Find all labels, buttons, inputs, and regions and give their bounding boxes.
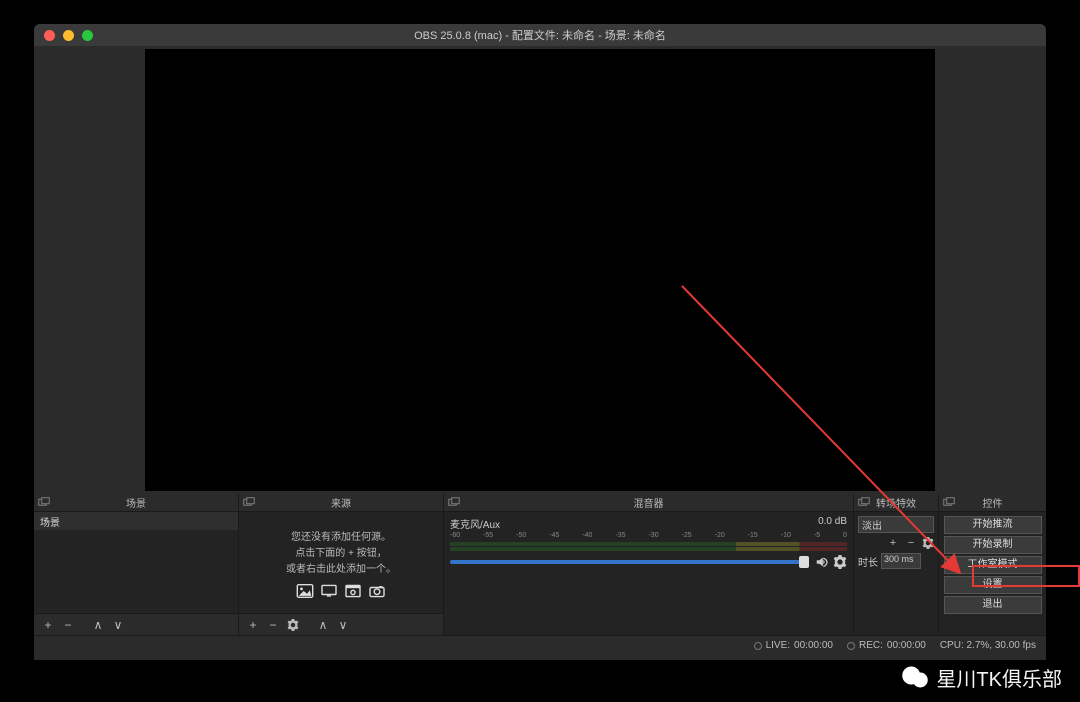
source-up-button[interactable]: ∧: [315, 617, 331, 633]
sources-panel-header: 来源: [239, 494, 443, 512]
hint-line: 或者右击此处添加一个。: [239, 562, 443, 578]
mixer-channel: 麦克风/Aux 0.0 dB -60 -55 -50 -45 -40 -35 -…: [444, 512, 853, 573]
scenes-list[interactable]: 场景: [34, 512, 238, 613]
controls-panel: 控件 开始推流 开始录制 工作室模式 设置 退出: [939, 494, 1046, 635]
mixer-panel: 混音器 麦克风/Aux 0.0 dB -60 -55 -50 -45 -4: [444, 494, 854, 635]
mixer-panel-header: 混音器: [444, 494, 853, 512]
status-rec: REC: 00:00:00: [847, 640, 926, 651]
rec-indicator-icon: [847, 642, 855, 650]
scene-item[interactable]: 场景: [34, 512, 238, 530]
meter-tick: -15: [748, 532, 758, 539]
maximize-icon[interactable]: [82, 30, 93, 41]
meter-tick: -45: [549, 532, 559, 539]
live-label: LIVE:: [766, 640, 790, 651]
transitions-panel-header: 转场特效: [854, 494, 938, 512]
mixer-panel-title: 混音器: [444, 495, 853, 510]
meter-tick: -35: [615, 532, 625, 539]
add-source-button[interactable]: +: [245, 617, 261, 633]
transitions-panel: 转场特效 淡出 + − 时长 300 ms: [854, 494, 939, 635]
studio-mode-button[interactable]: 工作室模式: [944, 556, 1042, 574]
controls-panel-title: 控件: [939, 495, 1046, 510]
scene-down-button[interactable]: ∨: [110, 617, 126, 633]
transition-settings-icon[interactable]: [922, 537, 934, 549]
preview-canvas[interactable]: [145, 49, 935, 491]
source-type-icons: [239, 584, 443, 598]
add-transition-button[interactable]: +: [886, 536, 900, 550]
rec-label: REC:: [859, 640, 883, 651]
remove-source-button[interactable]: −: [265, 617, 281, 633]
window-source-icon: [344, 584, 362, 598]
status-live: LIVE: 00:00:00: [754, 640, 833, 651]
volume-thumb[interactable]: [799, 556, 809, 568]
controls-body: 开始推流 开始录制 工作室模式 设置 退出: [939, 512, 1046, 635]
wechat-icon: [900, 662, 930, 692]
exit-button[interactable]: 退出: [944, 596, 1042, 614]
meter-tick: -25: [682, 532, 692, 539]
transition-select[interactable]: 淡出: [858, 516, 934, 533]
titlebar: OBS 25.0.8 (mac) - 配置文件: 未命名 - 场景: 未命名: [34, 24, 1046, 46]
meter-tick: 0: [843, 532, 847, 539]
start-streaming-button[interactable]: 开始推流: [944, 516, 1042, 534]
scenes-panel-title: 场景: [34, 495, 238, 510]
minimize-icon[interactable]: [63, 30, 74, 41]
meter-tick: -30: [648, 532, 658, 539]
speaker-icon[interactable]: [815, 555, 829, 569]
meter-tick: -60: [450, 532, 460, 539]
window-title: OBS 25.0.8 (mac) - 配置文件: 未命名 - 场景: 未命名: [34, 27, 1046, 43]
sources-panel-title: 来源: [239, 495, 443, 510]
rec-time: 00:00:00: [887, 640, 926, 651]
mixer-channel-level: 0.0 dB: [818, 516, 847, 531]
mixer-settings-icon[interactable]: [833, 555, 847, 569]
preview-area: [34, 46, 1046, 494]
source-properties-button[interactable]: [285, 617, 301, 633]
volume-slider[interactable]: [450, 560, 809, 564]
sources-list[interactable]: 您还没有添加任何源。 点击下面的 + 按钮， 或者右击此处添加一个。: [239, 512, 443, 613]
live-indicator-icon: [754, 642, 762, 650]
meter-tick: -50: [516, 532, 526, 539]
settings-button[interactable]: 设置: [944, 576, 1042, 594]
scenes-panel: 场景 场景 + − ∧ ∨: [34, 494, 239, 635]
meter-bar: [450, 542, 847, 546]
transitions-panel-title: 转场特效: [854, 495, 938, 510]
sources-empty-hint: 您还没有添加任何源。 点击下面的 + 按钮， 或者右击此处添加一个。: [239, 512, 443, 598]
remove-scene-button[interactable]: −: [60, 617, 76, 633]
source-down-button[interactable]: ∨: [335, 617, 351, 633]
sources-footer: + − ∧ ∨: [239, 613, 443, 635]
meter-tick: -5: [814, 532, 820, 539]
sources-panel: 来源 您还没有添加任何源。 点击下面的 + 按钮， 或者右击此处添加一个。 +: [239, 494, 444, 635]
bottom-panels: 场景 场景 + − ∧ ∨ 来源 您还没有添加任何源。 点击下面的: [34, 494, 1046, 635]
watermark-text: 星川TK俱乐部: [936, 663, 1062, 692]
duration-input[interactable]: 300 ms: [881, 553, 921, 569]
meter-tick: -40: [582, 532, 592, 539]
app-window: OBS 25.0.8 (mac) - 配置文件: 未命名 - 场景: 未命名 场…: [34, 24, 1046, 660]
status-cpu: CPU: 2.7%, 30.00 fps: [940, 640, 1036, 651]
start-recording-button[interactable]: 开始录制: [944, 536, 1042, 554]
controls-panel-header: 控件: [939, 494, 1046, 512]
watermark: 星川TK俱乐部: [900, 662, 1062, 692]
statusbar: LIVE: 00:00:00 REC: 00:00:00 CPU: 2.7%, …: [34, 635, 1046, 655]
scene-up-button[interactable]: ∧: [90, 617, 106, 633]
mixer-body: 麦克风/Aux 0.0 dB -60 -55 -50 -45 -40 -35 -…: [444, 512, 853, 635]
duration-label: 时长: [858, 554, 878, 569]
window-controls: [44, 30, 93, 41]
meter-tick: -10: [781, 532, 791, 539]
close-icon[interactable]: [44, 30, 55, 41]
mixer-channel-name: 麦克风/Aux: [450, 516, 500, 531]
scenes-panel-header: 场景: [34, 494, 238, 512]
hint-line: 点击下面的 + 按钮，: [239, 546, 443, 562]
remove-transition-button[interactable]: −: [904, 536, 918, 550]
scenes-footer: + − ∧ ∨: [34, 613, 238, 635]
meter-bar: [450, 547, 847, 551]
camera-source-icon: [368, 584, 386, 598]
mixer-meter: -60 -55 -50 -45 -40 -35 -30 -25 -20 -15 …: [450, 533, 847, 551]
add-scene-button[interactable]: +: [40, 617, 56, 633]
live-time: 00:00:00: [794, 640, 833, 651]
transitions-body: 淡出 + − 时长 300 ms: [854, 512, 938, 635]
meter-tick: -20: [715, 532, 725, 539]
image-source-icon: [296, 584, 314, 598]
hint-line: 您还没有添加任何源。: [239, 530, 443, 546]
display-source-icon: [320, 584, 338, 598]
meter-tick: -55: [483, 532, 493, 539]
